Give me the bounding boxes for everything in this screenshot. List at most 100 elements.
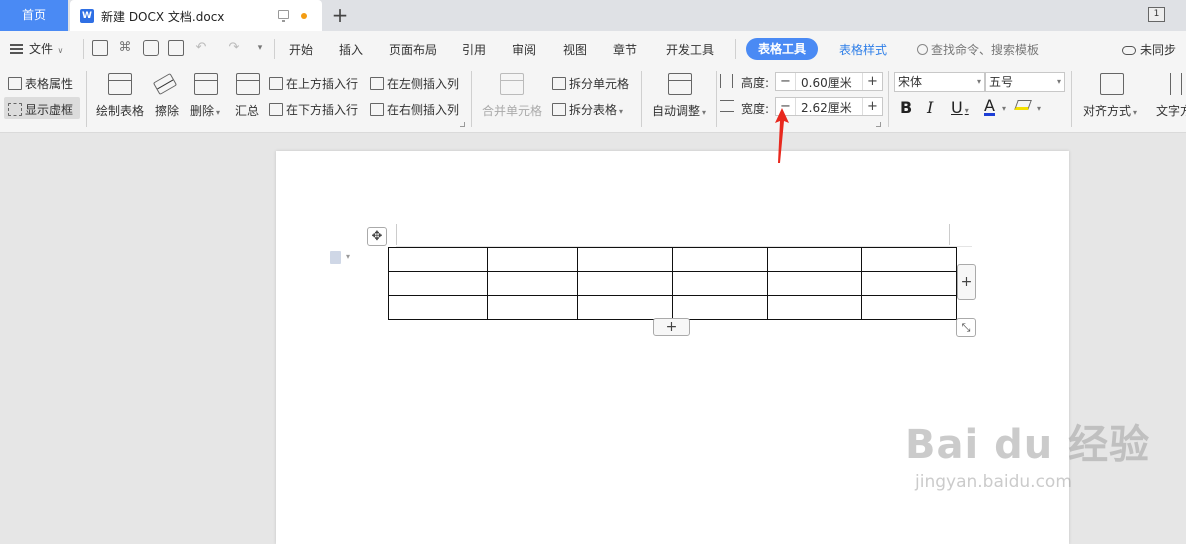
- summary-button[interactable]: 汇总: [235, 102, 259, 119]
- tab-table-style[interactable]: 表格样式: [839, 41, 887, 58]
- table-cell[interactable]: [672, 247, 768, 272]
- table-row: [388, 295, 957, 320]
- insert-row-below-button[interactable]: 在下方插入行: [269, 101, 358, 118]
- highlight-icon[interactable]: [1014, 100, 1032, 110]
- auto-adjust-icon: [668, 73, 692, 95]
- tab-references[interactable]: 引用: [462, 41, 486, 58]
- chevron-down-icon: ∨: [55, 46, 64, 55]
- insert-row-above-button[interactable]: 在上方插入行: [269, 75, 358, 92]
- auto-adjust-button[interactable]: 自动调整 ▾: [652, 102, 706, 119]
- table-cell[interactable]: [487, 247, 578, 272]
- format-painter-icon[interactable]: ⌘: [117, 40, 133, 56]
- window-count-button[interactable]: 1: [1148, 7, 1165, 22]
- underline-button[interactable]: U ▾: [951, 98, 969, 117]
- font-size-select[interactable]: 五号 ▾: [985, 72, 1065, 92]
- merge-cells-button[interactable]: 合并单元格: [482, 102, 542, 119]
- erase-button[interactable]: 擦除: [155, 102, 179, 119]
- text-direction-button[interactable]: 文字方: [1156, 102, 1186, 119]
- tab-table-tools[interactable]: 表格工具: [746, 38, 819, 60]
- table-cell[interactable]: [767, 247, 862, 272]
- home-tab[interactable]: 首页: [0, 0, 68, 31]
- save-icon[interactable]: [92, 40, 108, 56]
- width-increase-button[interactable]: +: [862, 98, 882, 115]
- document-tab[interactable]: W 新建 DOCX 文档.docx: [70, 0, 322, 31]
- tab-chapter[interactable]: 章节: [613, 41, 637, 58]
- table-cell[interactable]: [487, 271, 578, 296]
- chevron-down-icon[interactable]: ▾: [1002, 104, 1006, 113]
- group-dialog-launcher-icon[interactable]: [876, 122, 881, 127]
- height-spinner[interactable]: − 0.60厘米 +: [775, 72, 883, 91]
- height-decrease-button[interactable]: −: [776, 73, 796, 90]
- new-tab-button[interactable]: +: [330, 2, 350, 28]
- tab-view[interactable]: 视图: [563, 41, 587, 58]
- tab-page-layout[interactable]: 页面布局: [389, 41, 437, 58]
- table-cell[interactable]: [577, 295, 673, 320]
- tab-review[interactable]: 审阅: [512, 41, 536, 58]
- add-column-button[interactable]: +: [957, 264, 976, 300]
- table-cell[interactable]: [861, 295, 957, 320]
- font-color-button[interactable]: A: [984, 98, 995, 116]
- table-properties-button[interactable]: 表格属性: [8, 75, 73, 92]
- split-table-label: 拆分表格: [569, 103, 618, 117]
- draw-table-button[interactable]: 绘制表格: [96, 102, 144, 119]
- table-resize-handle[interactable]: ⤡: [956, 318, 976, 337]
- table-cell[interactable]: [388, 247, 488, 272]
- table-cell[interactable]: [767, 295, 862, 320]
- table-cell[interactable]: [672, 271, 768, 296]
- print-icon[interactable]: [143, 40, 159, 56]
- table-cell[interactable]: [672, 295, 768, 320]
- file-menu-label: 文件: [29, 42, 54, 56]
- bold-button[interactable]: B: [900, 98, 912, 117]
- undo-icon[interactable]: ↶: [193, 40, 209, 56]
- split-cells-button[interactable]: 拆分单元格: [552, 75, 629, 92]
- font-name-select[interactable]: 宋体 ▾: [894, 72, 985, 92]
- quick-access-dropdown-icon[interactable]: ▾: [252, 40, 268, 56]
- table-move-handle[interactable]: ✥: [367, 227, 387, 246]
- insert-col-left-button[interactable]: 在左侧插入列: [370, 75, 459, 92]
- height-value[interactable]: 0.60厘米: [801, 74, 852, 91]
- chevron-down-icon[interactable]: ▾: [1037, 104, 1041, 113]
- gridlines-icon: [8, 103, 22, 116]
- print-preview-icon[interactable]: [168, 40, 184, 56]
- monitor-icon[interactable]: [278, 10, 289, 22]
- table-cell[interactable]: [388, 295, 488, 320]
- width-spinner[interactable]: − 2.62厘米 +: [775, 97, 883, 116]
- table-cell[interactable]: [577, 271, 673, 296]
- table-ruler-marker: [396, 224, 397, 245]
- table-cell[interactable]: [861, 247, 957, 272]
- table-cell[interactable]: [577, 247, 673, 272]
- command-search[interactable]: 查找命令、搜索模板: [917, 41, 1039, 58]
- document-note-icon[interactable]: [330, 251, 341, 264]
- tab-developer[interactable]: 开发工具: [666, 41, 714, 58]
- tab-insert[interactable]: 插入: [339, 41, 363, 58]
- redo-icon[interactable]: ↷: [226, 40, 242, 56]
- delete-button[interactable]: 删除 ▾: [190, 102, 220, 119]
- table-cell[interactable]: [767, 271, 862, 296]
- chevron-down-icon[interactable]: ▾: [346, 252, 350, 261]
- draw-table-icon: [108, 73, 132, 95]
- red-arrow-annotation: [775, 108, 789, 163]
- file-menu[interactable]: 文件 ∨: [10, 40, 63, 57]
- search-placeholder: 查找命令、搜索模板: [931, 43, 1040, 57]
- width-label: 宽度:: [741, 102, 770, 116]
- table-cell[interactable]: [487, 295, 578, 320]
- arrow-shape: [775, 108, 789, 163]
- tab-start[interactable]: 开始: [289, 41, 313, 58]
- document-table[interactable]: [388, 247, 957, 320]
- split-table-button[interactable]: 拆分表格 ▾: [552, 101, 623, 118]
- group-dialog-launcher-icon[interactable]: [460, 122, 465, 127]
- add-row-button[interactable]: +: [653, 318, 690, 336]
- table-row: [388, 247, 957, 272]
- italic-button[interactable]: I: [927, 98, 933, 117]
- divider: [86, 71, 87, 127]
- align-button[interactable]: 对齐方式 ▾: [1083, 102, 1137, 119]
- table-cell[interactable]: [388, 271, 488, 296]
- sync-status[interactable]: 未同步: [1122, 41, 1176, 58]
- show-gridlines-button[interactable]: 显示虚框: [8, 101, 73, 118]
- table-cell[interactable]: [861, 271, 957, 296]
- width-value[interactable]: 2.62厘米: [801, 99, 852, 116]
- hamburger-icon: [10, 44, 23, 54]
- insert-col-right-button[interactable]: 在右侧插入列: [370, 101, 459, 118]
- table-properties-icon: [8, 77, 22, 90]
- height-increase-button[interactable]: +: [862, 73, 882, 90]
